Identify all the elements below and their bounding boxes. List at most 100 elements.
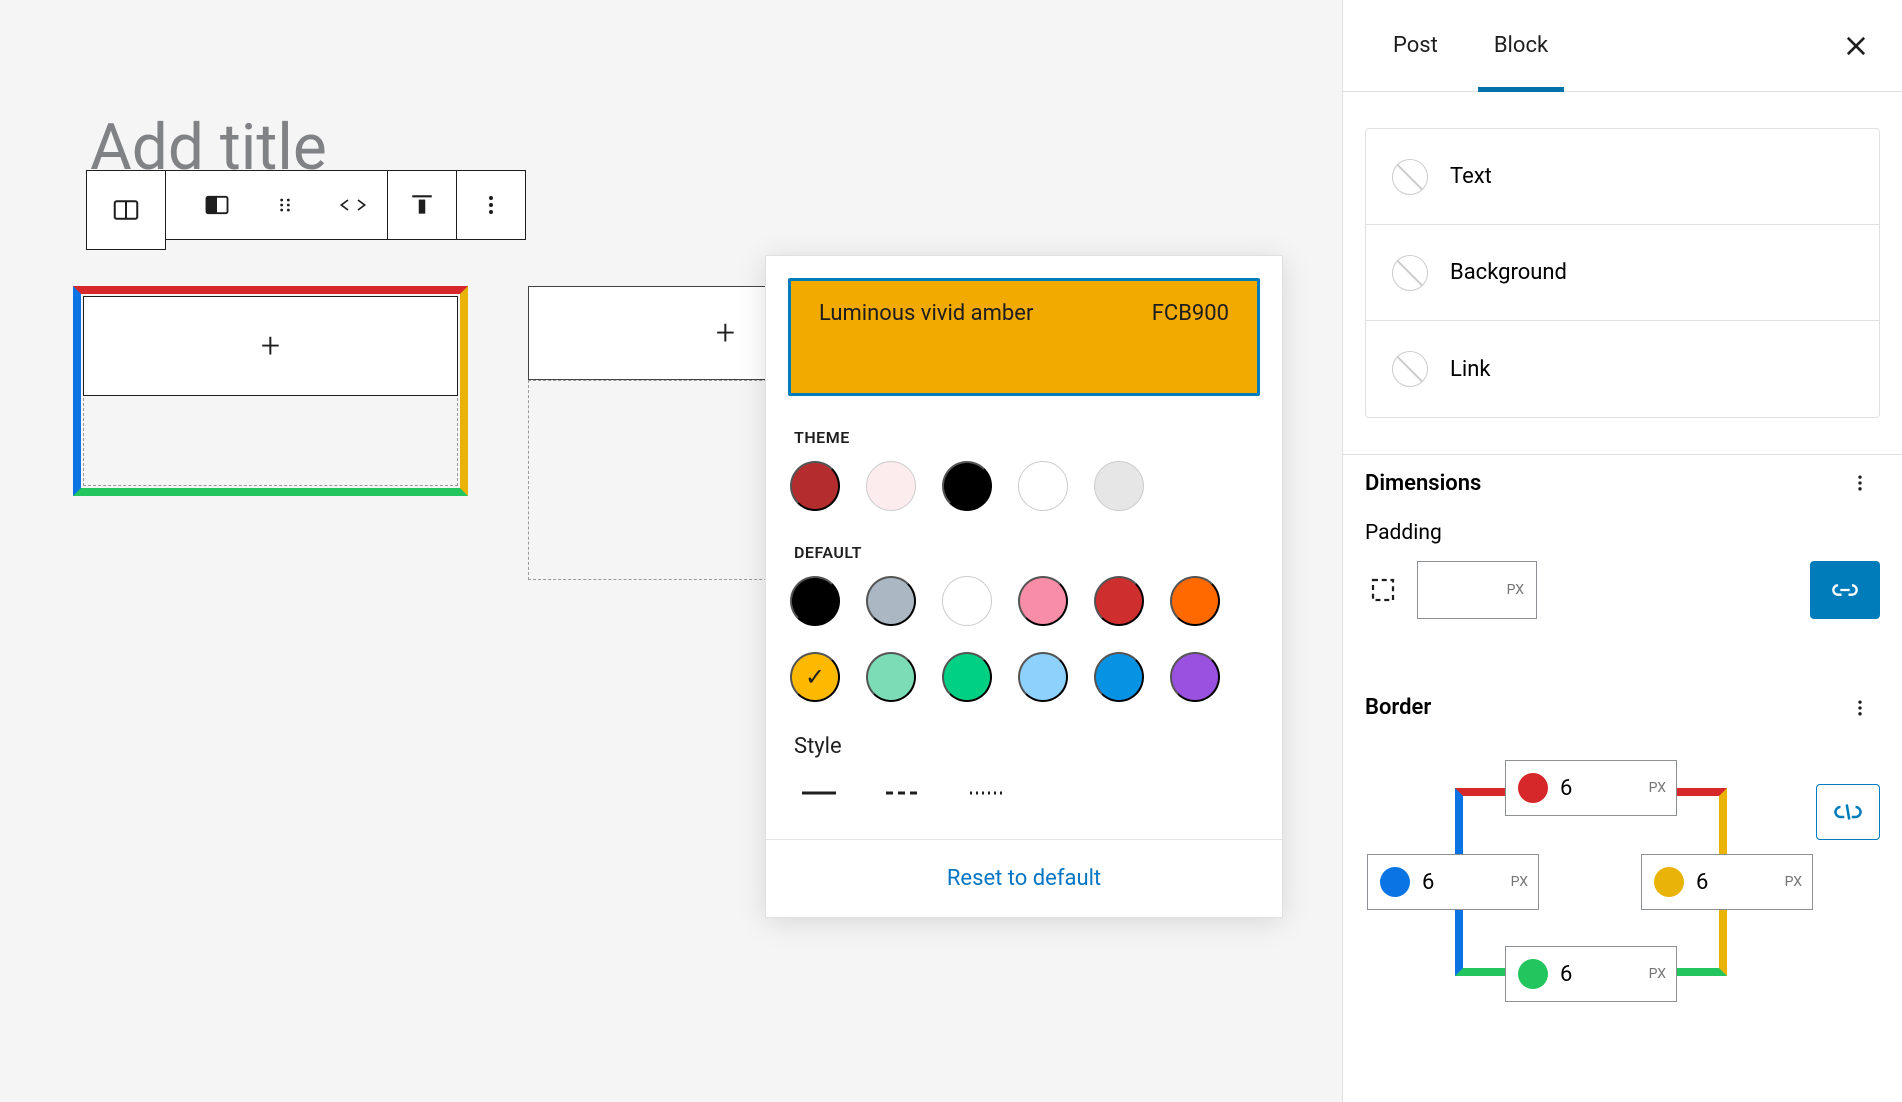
dimensions-title: Dimensions [1365, 471, 1481, 496]
style-dotted-button[interactable] [962, 777, 1012, 809]
border-bottom-swatch[interactable] [1518, 959, 1548, 989]
selected-color-hex: FCB900 [1152, 301, 1229, 326]
unlink-sides-button[interactable] [1816, 784, 1880, 840]
dimensions-options-button[interactable] [1840, 463, 1880, 503]
border-bottom-input[interactable]: 6 PX [1505, 946, 1677, 1002]
reset-button[interactable]: Reset to default [766, 840, 1282, 917]
swatch-default-1[interactable] [866, 576, 916, 626]
plus-icon: + [716, 313, 735, 353]
unlink-icon [1833, 801, 1863, 823]
parent-block-selector[interactable] [86, 170, 166, 250]
border-options-button[interactable] [1840, 688, 1880, 728]
border-bottom-value: 6 [1560, 962, 1572, 987]
border-left-swatch[interactable] [1380, 867, 1410, 897]
border-right-value: 6 [1696, 870, 1708, 895]
link-sides-button[interactable] [1810, 561, 1880, 619]
swatch-default-2[interactable] [942, 576, 992, 626]
border-style-row [794, 777, 1254, 809]
settings-sidebar: Post Block Text Background Link Dimensio… [1342, 0, 1902, 1102]
swatch-default-8[interactable] [942, 652, 992, 702]
empty-swatch-icon [1392, 255, 1428, 291]
align-top-icon [409, 192, 435, 218]
padding-control: Padding PX [1343, 511, 1902, 653]
padding-unit: PX [1507, 582, 1524, 598]
style-dashed-button[interactable] [878, 777, 928, 809]
column-icon [203, 191, 231, 219]
border-left-unit: PX [1511, 874, 1528, 890]
border-widget: 6 PX 6 PX 6 PX 6 PX [1343, 736, 1902, 1102]
color-item-label: Text [1450, 164, 1492, 189]
border-top-swatch[interactable] [1518, 773, 1548, 803]
border-top-input[interactable]: 6 PX [1505, 760, 1677, 816]
ellipsis-v-icon [1850, 473, 1870, 493]
swatch-default-11[interactable] [1170, 652, 1220, 702]
drag-icon [275, 195, 295, 215]
swatch-default-0[interactable] [790, 576, 840, 626]
empty-swatch-icon [1392, 351, 1428, 387]
align-button[interactable] [388, 171, 456, 239]
plus-icon: + [261, 326, 280, 366]
color-panel-list: Text Background Link [1365, 128, 1880, 418]
columns-icon [111, 195, 141, 225]
move-buttons[interactable] [319, 171, 387, 239]
theme-label: THEME [794, 428, 1254, 447]
tab-block[interactable]: Block [1466, 0, 1576, 91]
more-options-button[interactable] [457, 171, 525, 239]
swatch-default-10[interactable] [1094, 652, 1144, 702]
padding-label: Padding [1365, 521, 1880, 545]
swatch-default-6[interactable]: ✓ [790, 652, 840, 702]
swatch-default-9[interactable] [1018, 652, 1068, 702]
ellipsis-v-icon [479, 193, 503, 217]
border-right-swatch[interactable] [1654, 867, 1684, 897]
border-top-value: 6 [1560, 776, 1572, 801]
close-sidebar-button[interactable] [1832, 22, 1880, 70]
border-left-input[interactable]: 6 PX [1367, 854, 1539, 910]
ellipsis-v-icon [1850, 698, 1870, 718]
color-item-background[interactable]: Background [1366, 225, 1879, 321]
tab-post[interactable]: Post [1365, 0, 1466, 91]
border-right-input[interactable]: 6 PX [1641, 854, 1813, 910]
color-item-text[interactable]: Text [1366, 129, 1879, 225]
style-solid-button[interactable] [794, 777, 844, 809]
border-right-unit: PX [1785, 874, 1802, 890]
border-header: Border [1343, 679, 1902, 736]
swatch-default-5[interactable] [1170, 576, 1220, 626]
border-left-value: 6 [1422, 870, 1434, 895]
default-swatches: ✓ [790, 576, 1258, 702]
swatch-default-4[interactable] [1094, 576, 1144, 626]
empty-swatch-icon [1392, 159, 1428, 195]
color-picker-popover: Luminous vivid amber FCB900 THEME DEFAUL… [765, 255, 1283, 918]
color-item-label: Background [1450, 260, 1567, 285]
dimensions-header: Dimensions [1343, 454, 1902, 511]
chevrons-icon [336, 195, 370, 215]
swatch-theme-4[interactable] [1094, 461, 1144, 511]
padding-input[interactable]: PX [1417, 561, 1537, 619]
swatch-theme-1[interactable] [866, 461, 916, 511]
swatch-default-7[interactable] [866, 652, 916, 702]
style-label: Style [794, 734, 1254, 759]
column-1-frame: + [73, 286, 468, 496]
border-title: Border [1365, 695, 1431, 720]
add-block-button-1[interactable]: + [83, 296, 458, 396]
link-icon [1831, 580, 1859, 600]
selected-color-display[interactable]: Luminous vivid amber FCB900 [788, 278, 1260, 396]
color-item-link[interactable]: Link [1366, 321, 1879, 417]
padding-sides-icon[interactable] [1365, 572, 1401, 608]
color-item-label: Link [1450, 357, 1491, 382]
check-icon: ✓ [805, 663, 825, 691]
drag-handle[interactable] [251, 171, 319, 239]
column-1-appender-zone[interactable] [83, 398, 458, 486]
selected-color-name: Luminous vivid amber [819, 301, 1033, 326]
swatch-theme-0[interactable] [790, 461, 840, 511]
swatch-theme-2[interactable] [942, 461, 992, 511]
swatch-default-3[interactable] [1018, 576, 1068, 626]
column-1[interactable]: + [73, 286, 468, 580]
theme-swatches [790, 461, 1258, 511]
swatch-theme-3[interactable] [1018, 461, 1068, 511]
default-label: DEFAULT [794, 543, 1254, 562]
column-icon-button[interactable] [183, 171, 251, 239]
border-top-unit: PX [1649, 780, 1666, 796]
close-icon [1842, 32, 1870, 60]
sidebar-tabs: Post Block [1343, 0, 1902, 92]
border-bottom-unit: PX [1649, 966, 1666, 982]
